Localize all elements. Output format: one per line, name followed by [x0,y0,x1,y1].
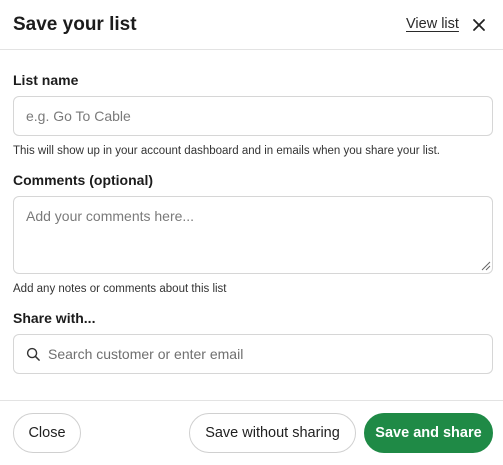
share-search-input[interactable] [48,335,488,373]
list-name-helper: This will show up in your account dashbo… [13,145,440,157]
share-search-field[interactable] [13,334,493,374]
comments-textarea[interactable] [13,196,493,274]
save-and-share-button[interactable]: Save and share [364,413,493,453]
dialog-title: Save your list [13,14,137,35]
dialog-header: Save your list View list [0,0,503,50]
search-icon [26,347,40,361]
list-name-label: List name [13,72,79,88]
close-button[interactable]: Close [13,413,81,453]
comments-helper: Add any notes or comments about this lis… [13,283,227,295]
comments-label: Comments (optional) [13,172,153,188]
footer-divider [0,400,503,401]
share-with-label: Share with... [13,310,96,326]
save-without-sharing-button[interactable]: Save without sharing [189,413,356,453]
list-name-input[interactable] [13,96,493,136]
view-list-link[interactable]: View list [406,16,459,32]
resize-grip-icon[interactable] [481,261,491,271]
close-icon[interactable] [471,17,487,33]
